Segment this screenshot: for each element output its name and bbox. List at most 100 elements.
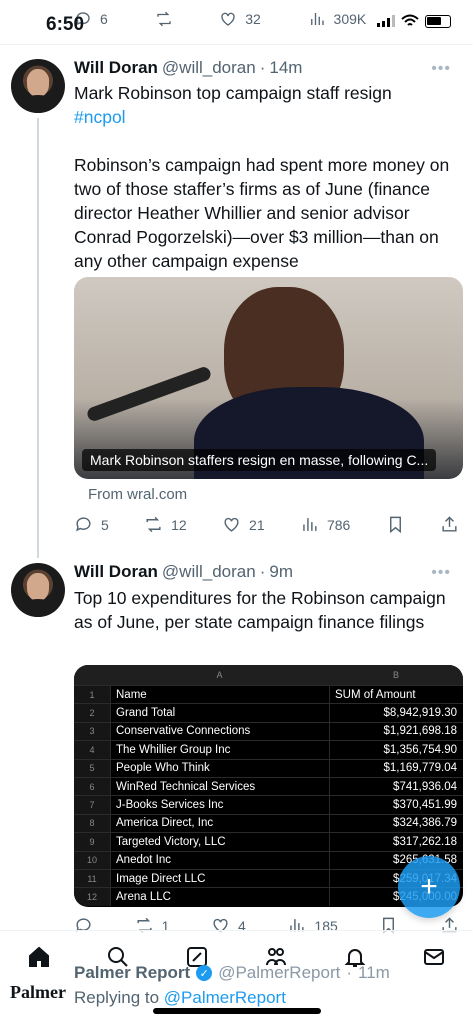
thread-gap [37,622,39,922]
replying-to-label: Replying to [74,988,160,1007]
views-count: 786 [326,516,351,533]
mail-icon [423,949,444,965]
cell-amount: $1,356,754.90 [329,741,463,759]
cell-name: Anedot Inc [110,851,329,869]
bookmark-icon [389,516,401,534]
author-name[interactable]: Palmer Report [74,963,190,983]
spreadsheet-row: 5 People Who Think $1,169,779.04 [74,758,463,777]
cell-amount: $741,936.04 [329,777,463,796]
reply-button[interactable]: 5 [74,515,109,534]
author-handle[interactable]: @will_doran [162,58,256,78]
repost-count: 12 [171,516,187,533]
separator-dot: · [346,963,353,982]
column-b-label: B [392,670,399,680]
status-time: 6:50 [46,14,85,35]
tweet-time: 9m [269,562,294,581]
author-name[interactable]: Will Doran [74,58,158,78]
repost-icon [146,516,161,533]
tab-home[interactable] [27,945,51,974]
tweet-header: Will Doran @will_doran · 9m [74,562,293,582]
row-number: 9 [74,833,110,851]
cell-name: Name [110,686,329,704]
tweet-header: Will Doran @will_doran · 14m [74,58,302,78]
like-button[interactable]: 21 [222,515,265,534]
replying-to-link[interactable]: @PalmerReport [164,988,286,1007]
cell-name: America Direct, Inc [110,814,329,833]
tab-messages[interactable] [422,945,446,974]
author-handle[interactable]: @PalmerReport [218,963,340,983]
share-icon [442,516,457,532]
cell-name: Image Direct LLC [110,869,329,888]
row-number: 4 [74,741,110,759]
tweet-line: Mark Robinson top campaign staff resign [74,83,392,103]
avatar[interactable] [11,563,65,617]
row-number: 3 [74,722,110,741]
cell-amount: SUM of Amount [329,686,463,704]
tweet-time: 11m [358,963,390,982]
avatar[interactable] [11,59,65,113]
battery-icon [425,14,451,28]
author-handle[interactable]: @will_doran [162,562,256,582]
cell-amount: $8,942,919.30 [329,704,463,722]
hashtag-link[interactable]: #ncpol [74,105,461,129]
cell-name: Conservative Connections [110,722,329,741]
spreadsheet-column-header: A B [74,665,463,685]
cell-amount: $324,386.79 [329,814,463,833]
link-card-caption: Mark Robinson staffers resign en masse, … [82,449,437,471]
tweet-time: 14m [269,58,303,77]
spreadsheet-row: 8 America Direct, Inc $324,386.79 [74,813,463,833]
author-name[interactable]: Will Doran [74,562,158,582]
separator-dot: · [259,562,266,581]
row-number: 5 [74,759,110,777]
row-number: 12 [74,888,110,906]
cell-name: Grand Total [110,704,329,722]
share-button[interactable] [440,515,459,534]
replying-to: Replying to @PalmerReport [74,988,286,1008]
row-number: 2 [74,704,110,722]
tweet-text: Mark Robinson top campaign staff resign … [74,81,461,129]
heart-icon [224,517,239,532]
wifi-icon [401,14,419,26]
tweet-body: Robinson’s campaign had spent more money… [74,155,450,271]
views-icon [303,518,317,531]
spreadsheet-row: 1 Name SUM of Amount [74,685,463,704]
like-count: 21 [249,516,265,533]
row-number: 1 [74,686,110,704]
separator-dot: · [259,58,266,77]
spreadsheet-row: 7 J-Books Services Inc $370,451.99 [74,795,463,814]
row-number: 11 [74,869,110,888]
cell-amount: $317,262.18 [329,833,463,851]
row-number: 10 [74,851,110,869]
avatar[interactable]: Palmer [10,982,66,1003]
status-icons [377,14,451,28]
column-a-label: A [216,670,223,680]
reply-icon [76,517,91,532]
row-number: 8 [74,814,110,833]
cell-amount: $370,451.99 [329,796,463,814]
spreadsheet-row: 3 Conservative Connections $1,921,698.18 [74,721,463,741]
link-card-image[interactable]: Mark Robinson staffers resign en masse, … [74,277,463,479]
more-options-icon[interactable]: ••• [431,564,451,582]
cell-name: J-Books Services Inc [110,796,329,814]
cell-name: WinRed Technical Services [110,777,329,796]
thread-line [37,118,39,558]
cell-amount: $1,169,779.04 [329,759,463,777]
home-icon [29,946,50,967]
compose-button[interactable]: + [398,856,460,918]
tweet-actions: 5 12 21 786 [74,515,459,534]
link-card-source[interactable]: From wral.com [88,486,187,503]
cell-amount: $1,921,698.18 [329,722,463,741]
reply-count: 5 [101,516,109,533]
cell-name: Arena LLC [110,888,329,906]
bookmark-button[interactable] [386,515,405,534]
tweet-header: Palmer Report ✓ @PalmerReport · 11m [74,963,390,983]
more-options-icon[interactable]: ••• [431,60,451,78]
row-number: 7 [74,796,110,814]
home-indicator [153,1008,321,1014]
repost-button[interactable]: 12 [144,515,187,534]
divider [0,44,473,45]
verified-badge-icon: ✓ [196,965,213,981]
views-button[interactable]: 786 [300,515,350,534]
status-bar: 6:50 [0,0,473,44]
cell-name: Targeted Victory, LLC [110,833,329,851]
